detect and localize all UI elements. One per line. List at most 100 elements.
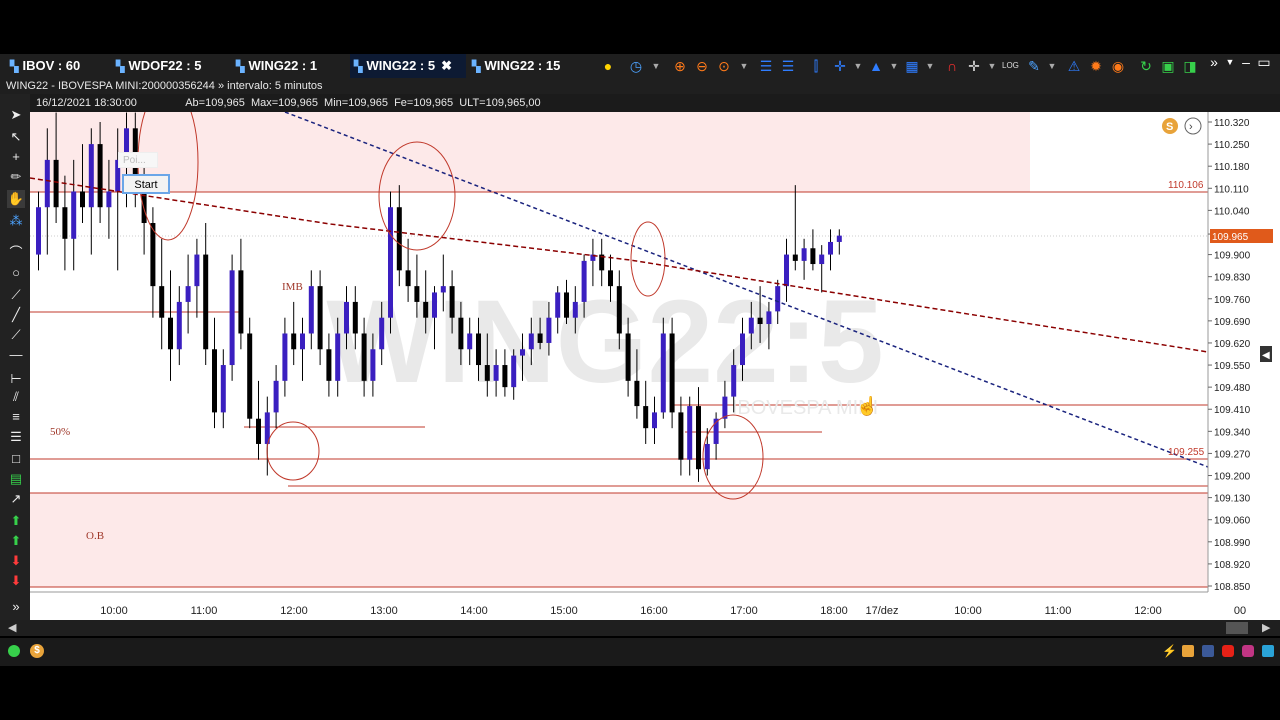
zoom-icon[interactable]: ⊙ — [716, 58, 732, 74]
wrench-icon[interactable]: ✎ — [1026, 58, 1042, 74]
symbol-watermark: WING22:5 — [326, 276, 883, 408]
chevron-down-icon[interactable]: ▼ — [850, 58, 866, 74]
indicator-icon[interactable]: ✛ — [832, 58, 848, 74]
detach-icon[interactable]: ◨ — [1182, 58, 1198, 74]
start-button[interactable]: Start — [122, 174, 170, 194]
price-chart[interactable]: WING22:5 IBOVESPA MINI IMB 50% O.B 110.1… — [29, 83, 1280, 620]
scroll-right-icon[interactable]: ▶ — [1262, 621, 1270, 634]
rectangle-icon[interactable]: □ — [7, 450, 25, 468]
log-icon[interactable]: LOG — [1002, 58, 1019, 74]
chart-icon: ▚ — [10, 61, 19, 73]
arrow-icon[interactable]: ↗ — [7, 490, 25, 508]
scroll-thumb[interactable] — [1226, 622, 1248, 634]
crosshair-icon[interactable]: + — [7, 148, 25, 166]
candle-body — [423, 301, 429, 318]
fib-levels-icon[interactable]: ☰ — [7, 428, 25, 446]
gear-icon[interactable]: ✹ — [1088, 58, 1104, 74]
price-tick-label: 109.760 — [1214, 295, 1251, 306]
tab-ibov-60[interactable]: ▚ IBOV : 60 — [6, 54, 110, 78]
window-icon[interactable]: ▣ — [1160, 58, 1176, 74]
tab-wing22-15[interactable]: ▚ WING22 : 15 — [468, 54, 584, 78]
magnet-icon[interactable]: ∩ — [944, 58, 960, 74]
candle-body — [537, 333, 543, 343]
blogger-icon[interactable] — [1182, 645, 1194, 657]
chevron-right-icon[interactable] — [1184, 117, 1202, 135]
chart-canvas[interactable]: WING22:5 IBOVESPA MINI IMB 50% O.B 110.1… — [29, 83, 1280, 620]
clock-icon[interactable]: ◷ — [628, 58, 644, 74]
candle-body — [696, 406, 701, 470]
horizontal-scrollbar[interactable]: ◀ ▶ — [0, 620, 1280, 636]
chevron-down-icon[interactable]: ▼ — [922, 58, 938, 74]
close-icon[interactable]: ✖ — [441, 58, 452, 73]
ray-icon[interactable]: ⊢ — [7, 370, 25, 388]
cursor-icon[interactable]: ➤ — [7, 106, 25, 124]
candle-body — [687, 406, 693, 460]
annotation-imb: IMB — [282, 281, 303, 293]
bars-icon[interactable]: ☰ — [758, 58, 774, 74]
palette-icon[interactable]: ◉ — [1110, 58, 1126, 74]
tab-wdof22-5[interactable]: ▚ WDOF22 : 5 — [112, 54, 228, 78]
youtube-icon[interactable] — [1222, 645, 1234, 657]
arrow-up-icon[interactable]: ⬆ — [7, 512, 25, 530]
arc-icon[interactable]: ⌒ — [7, 244, 25, 262]
telegram-icon[interactable] — [1262, 645, 1274, 657]
candle-body — [528, 333, 534, 350]
chevron-down-icon[interactable]: ▼ — [984, 58, 1000, 74]
candle-body — [71, 191, 77, 239]
maximize-icon[interactable]: ▭ — [1256, 54, 1272, 70]
circle-icon[interactable]: ○ — [7, 264, 25, 282]
color-fill-icon[interactable]: ▤ — [7, 470, 25, 488]
hline-icon[interactable]: — — [7, 346, 25, 364]
ruler-icon[interactable]: ✏ — [7, 168, 25, 186]
s-status-icon[interactable]: $ — [30, 644, 44, 658]
cursor-plus-icon[interactable]: ↖ — [7, 128, 25, 146]
price-tick-label: 109.340 — [1214, 427, 1251, 438]
layout-icon[interactable]: ▦ — [904, 58, 920, 74]
chevron-down-icon[interactable]: ▼ — [1044, 58, 1060, 74]
expand-icon[interactable]: » — [7, 598, 25, 616]
channel-icon[interactable]: ⫽ — [7, 388, 25, 406]
chevron-down-icon[interactable]: ▼ — [736, 58, 752, 74]
instagram-icon[interactable] — [1242, 645, 1254, 657]
price-tick-label: 109.130 — [1214, 494, 1251, 505]
alert-icon[interactable]: ⚠ — [1066, 58, 1082, 74]
zoom-in-icon[interactable]: ⊕ — [672, 58, 688, 74]
zoom-out-icon[interactable]: ⊖ — [694, 58, 710, 74]
ellipse-marker[interactable] — [266, 421, 320, 481]
drawing-toolbar: ➤ ↖ + ✏ ✋ ⁂ ⌒ ○ ⟋ ╱ ⟋ — ⊢ ⫽ ≡ ☰ □ ▤ ↗ ⬆ … — [0, 94, 30, 620]
lightbulb-icon[interactable]: ● — [600, 58, 616, 74]
objects-icon[interactable]: ⁂ — [7, 212, 25, 230]
tab-wing22-1[interactable]: ▚ WING22 : 1 — [232, 54, 348, 78]
facebook-icon[interactable] — [1202, 645, 1214, 657]
candle-body — [212, 349, 217, 413]
hand-icon[interactable]: ✋ — [7, 190, 25, 208]
candle-body — [194, 254, 200, 287]
tab-wing22-5[interactable]: ▚ WING22 : 5 ✖ — [350, 54, 466, 78]
time-tick-label: 11:00 — [1045, 605, 1072, 617]
trendline-icon[interactable]: ╱ — [7, 306, 25, 324]
crosshair-icon[interactable]: ✛ — [966, 58, 982, 74]
price-tick-label: 109.270 — [1214, 449, 1251, 460]
fan-icon[interactable]: ⟋ — [7, 286, 25, 304]
candles-icon[interactable]: ⫿ — [808, 58, 824, 74]
arrow-up-green-icon[interactable]: ⬆ — [7, 532, 25, 550]
quote-bar: 16/12/2021 18:30:00 Ab=109,965 Max=109,9… — [30, 94, 1280, 112]
candle-body — [678, 412, 684, 460]
scroll-left-icon[interactable]: ◀ — [8, 621, 16, 634]
poi-input[interactable]: Poi... — [118, 152, 158, 168]
bars-alt-icon[interactable]: ☰ — [780, 58, 796, 74]
chevron-down-icon[interactable]: ▼ — [1222, 54, 1238, 70]
shapes-icon[interactable]: ▲ — [868, 58, 884, 74]
line-icon[interactable]: ⟋ — [7, 326, 25, 344]
refresh-icon[interactable]: ↻ — [1138, 58, 1154, 74]
profit-icon[interactable]: ⚡ — [1162, 645, 1177, 657]
chart-title-bar: WING22 - IBOVESPA MINI:200000356244 » in… — [0, 78, 1280, 94]
chevron-down-icon[interactable]: ▼ — [648, 58, 664, 74]
minimize-icon[interactable]: – — [1238, 54, 1254, 70]
more-icon[interactable]: » — [1206, 54, 1222, 70]
chevron-down-icon[interactable]: ▼ — [886, 58, 902, 74]
arrow-down-red-icon[interactable]: ⬇ — [7, 572, 25, 590]
fibonacci-icon[interactable]: ≡ — [7, 408, 25, 426]
arrow-down-icon[interactable]: ⬇ — [7, 552, 25, 570]
candle-body — [493, 365, 499, 381]
